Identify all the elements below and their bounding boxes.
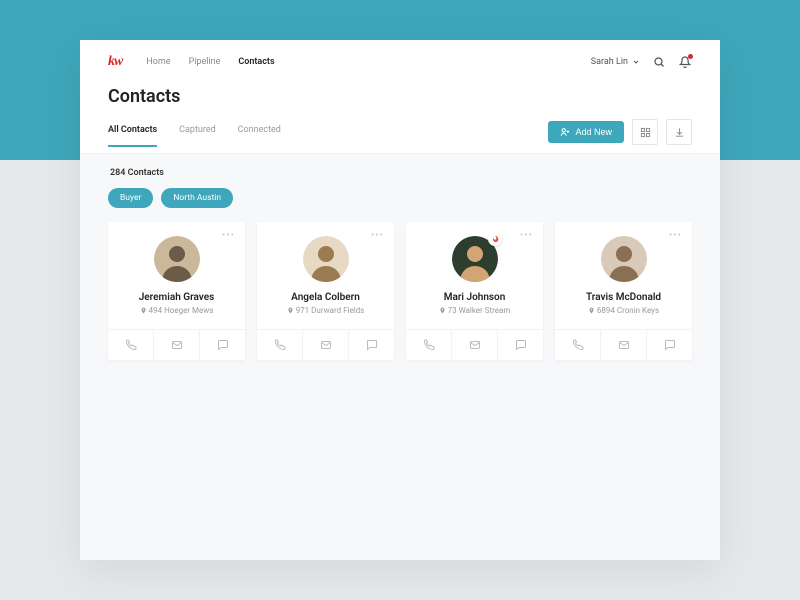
content-body: 284 Contacts Buyer North Austin ••• Jeremi… bbox=[80, 154, 720, 560]
avatar-wrap bbox=[154, 232, 200, 282]
email-button[interactable] bbox=[302, 330, 348, 360]
mail-icon bbox=[618, 339, 630, 351]
contact-address: 6894 Cronin Keys bbox=[588, 306, 659, 315]
contact-cards: ••• Jeremiah Graves 494 Hoeger Mews ••• Ange… bbox=[108, 222, 692, 360]
pin-icon bbox=[588, 307, 595, 314]
message-button[interactable] bbox=[497, 330, 543, 360]
nav-item-pipeline[interactable]: Pipeline bbox=[189, 57, 221, 67]
phone-icon bbox=[572, 339, 584, 351]
download-icon bbox=[674, 127, 685, 138]
chat-icon bbox=[664, 339, 676, 351]
card-menu-button[interactable]: ••• bbox=[520, 230, 533, 241]
contact-card[interactable]: ••• Mari Johnson 73 Walker Stream bbox=[406, 222, 543, 360]
contact-name: Angela Colbern bbox=[291, 292, 360, 303]
phone-icon bbox=[423, 339, 435, 351]
contact-address: 971 Durward Fields bbox=[287, 306, 365, 315]
user-name: Sarah Lin bbox=[591, 57, 628, 67]
contact-address: 494 Hoeger Mews bbox=[140, 306, 214, 315]
contact-card[interactable]: ••• Travis McDonald 6894 Cronin Keys bbox=[555, 222, 692, 360]
contact-name: Mari Johnson bbox=[444, 292, 506, 303]
tab-connected[interactable]: Connected bbox=[238, 125, 281, 147]
user-menu[interactable]: Sarah Lin bbox=[591, 57, 640, 67]
avatar bbox=[303, 236, 349, 282]
message-button[interactable] bbox=[348, 330, 394, 360]
search-button[interactable] bbox=[652, 55, 666, 69]
contact-card[interactable]: ••• Jeremiah Graves 494 Hoeger Mews bbox=[108, 222, 245, 360]
chat-icon bbox=[366, 339, 378, 351]
add-new-button[interactable]: Add New bbox=[548, 121, 624, 143]
filter-chip[interactable]: Buyer bbox=[108, 188, 153, 208]
pin-icon bbox=[140, 307, 147, 314]
tabs-row: All Contacts Captured Connected Add New bbox=[80, 107, 720, 154]
nav-item-contacts[interactable]: Contacts bbox=[238, 57, 274, 67]
mail-icon bbox=[320, 339, 332, 351]
message-button[interactable] bbox=[199, 330, 245, 360]
contact-card[interactable]: ••• Angela Colbern 971 Durward Fields bbox=[257, 222, 394, 360]
phone-icon bbox=[274, 339, 286, 351]
pin-icon bbox=[287, 307, 294, 314]
message-button[interactable] bbox=[646, 330, 692, 360]
contact-name: Travis McDonald bbox=[586, 292, 661, 303]
brand-logo[interactable]: kw bbox=[108, 54, 122, 70]
filter-chips: Buyer North Austin bbox=[108, 188, 692, 208]
phone-button[interactable] bbox=[555, 330, 600, 360]
card-menu-button[interactable]: ••• bbox=[371, 230, 384, 241]
export-button[interactable] bbox=[666, 119, 692, 145]
page-title: Contacts bbox=[108, 86, 692, 107]
phone-button[interactable] bbox=[406, 330, 451, 360]
grid-icon bbox=[640, 127, 651, 138]
mail-icon bbox=[469, 339, 481, 351]
hot-badge bbox=[488, 232, 502, 246]
flame-icon bbox=[491, 235, 499, 243]
mail-icon bbox=[171, 339, 183, 351]
phone-button[interactable] bbox=[257, 330, 302, 360]
email-button[interactable] bbox=[451, 330, 497, 360]
notifications-button[interactable] bbox=[678, 55, 692, 69]
filter-chip[interactable]: North Austin bbox=[161, 188, 233, 208]
tabs: All Contacts Captured Connected bbox=[108, 125, 281, 147]
grid-toggle-button[interactable] bbox=[632, 119, 658, 145]
card-actions bbox=[406, 329, 543, 360]
chevron-down-icon bbox=[632, 58, 640, 66]
avatar bbox=[601, 236, 647, 282]
top-nav: kw Home Pipeline Contacts Sarah Lin bbox=[80, 40, 720, 80]
notification-dot bbox=[688, 54, 693, 59]
page-heading: Contacts bbox=[80, 80, 720, 107]
chat-icon bbox=[515, 339, 527, 351]
email-button[interactable] bbox=[600, 330, 646, 360]
tab-captured[interactable]: Captured bbox=[179, 125, 216, 147]
phone-icon bbox=[125, 339, 137, 351]
tab-all-contacts[interactable]: All Contacts bbox=[108, 125, 157, 147]
user-plus-icon bbox=[560, 127, 570, 137]
contact-name: Jeremiah Graves bbox=[139, 292, 215, 303]
contacts-count: 284 Contacts bbox=[110, 168, 692, 178]
chat-icon bbox=[217, 339, 229, 351]
avatar bbox=[154, 236, 200, 282]
search-icon bbox=[653, 56, 665, 68]
card-menu-button[interactable]: ••• bbox=[222, 230, 235, 241]
nav-items: Home Pipeline Contacts bbox=[146, 57, 274, 67]
avatar-wrap bbox=[601, 232, 647, 282]
avatar-wrap bbox=[452, 232, 498, 282]
phone-button[interactable] bbox=[108, 330, 153, 360]
pin-icon bbox=[439, 307, 446, 314]
card-actions bbox=[555, 329, 692, 360]
card-actions bbox=[257, 329, 394, 360]
app-window: kw Home Pipeline Contacts Sarah Lin bbox=[80, 40, 720, 560]
card-actions bbox=[108, 329, 245, 360]
contact-address: 73 Walker Stream bbox=[439, 306, 511, 315]
add-new-label: Add New bbox=[575, 127, 612, 137]
email-button[interactable] bbox=[153, 330, 199, 360]
avatar-wrap bbox=[303, 232, 349, 282]
card-menu-button[interactable]: ••• bbox=[669, 230, 682, 241]
nav-item-home[interactable]: Home bbox=[146, 57, 170, 67]
